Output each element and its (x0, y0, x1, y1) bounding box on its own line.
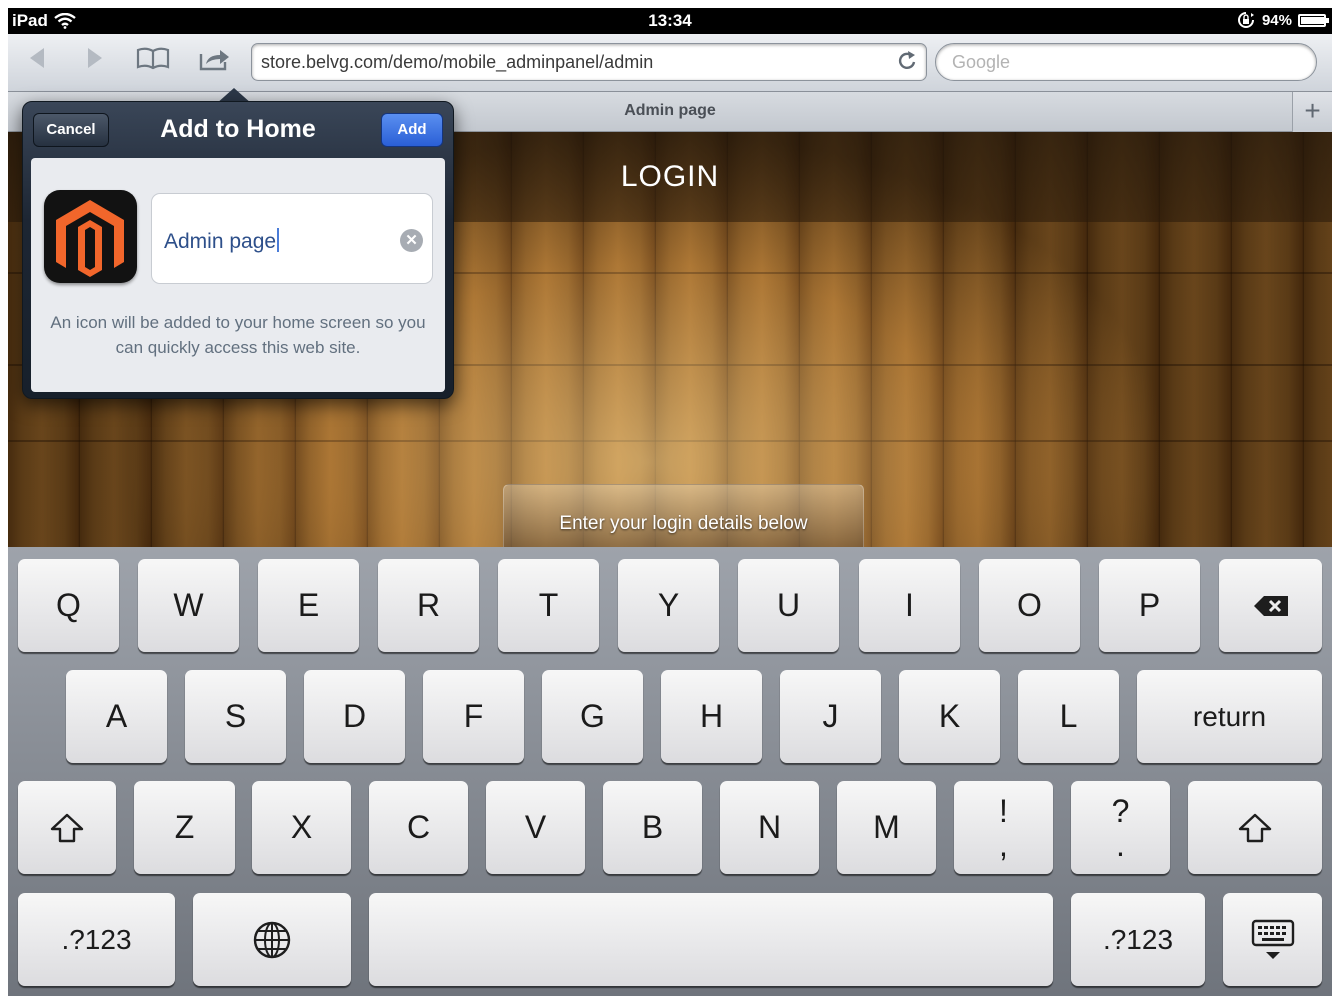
key-y[interactable]: Y (618, 559, 719, 652)
key-d[interactable]: D (304, 670, 405, 763)
key-exclamation-label: ! (999, 792, 1008, 829)
key-n[interactable]: N (720, 781, 819, 874)
key-i[interactable]: I (859, 559, 960, 652)
battery-icon (1298, 13, 1329, 27)
key-t[interactable]: T (498, 559, 599, 652)
key-question-period[interactable]: ?. (1071, 781, 1170, 874)
key-w[interactable]: W (138, 559, 239, 652)
key-k[interactable]: K (899, 670, 1000, 763)
ipad-screen: iPad 13:34 94% store.belvg.com/demo/mobi… (8, 8, 1332, 996)
key-comma-label: , (999, 826, 1008, 863)
key-z[interactable]: Z (134, 781, 235, 874)
shift-icon[interactable] (18, 781, 116, 874)
popover-body: Admin page ✕ An icon will be added to yo… (31, 158, 445, 392)
key-r[interactable]: R (378, 559, 479, 652)
forward-arrow-icon[interactable] (78, 46, 112, 76)
text-caret (277, 228, 280, 252)
key-c[interactable]: C (369, 781, 468, 874)
clock: 13:34 (648, 11, 692, 30)
key-p[interactable]: P (1099, 559, 1200, 652)
backspace-icon[interactable] (1219, 559, 1322, 652)
key-q[interactable]: Q (18, 559, 119, 652)
key-j[interactable]: J (780, 670, 881, 763)
hide-keyboard-icon[interactable] (1223, 893, 1322, 986)
search-placeholder: Google (952, 52, 1011, 72)
key-b[interactable]: B (603, 781, 702, 874)
login-prompt: Enter your login details below (559, 513, 808, 534)
reload-icon[interactable] (898, 50, 918, 78)
url-text: store.belvg.com/demo/mobile_adminpanel/a… (261, 52, 654, 72)
on-screen-keyboard: Q W E R T Y U I O P A S D F G H J K L re… (8, 547, 1332, 996)
key-e[interactable]: E (258, 559, 359, 652)
rotation-lock-icon (1237, 12, 1254, 28)
key-x[interactable]: X (252, 781, 351, 874)
key-v[interactable]: V (486, 781, 585, 874)
back-arrow-icon[interactable] (20, 46, 54, 76)
key-h[interactable]: H (661, 670, 762, 763)
share-icon[interactable] (198, 46, 232, 76)
open-book-icon[interactable] (136, 46, 170, 76)
add-to-home-popover: Cancel Add to Home Add Admin page ✕ An i… (22, 101, 454, 399)
shortcut-name-field[interactable]: Admin page ✕ (151, 193, 433, 284)
key-u[interactable]: U (738, 559, 839, 652)
key-o[interactable]: O (979, 559, 1080, 652)
key-exclamation-comma[interactable]: !, (954, 781, 1053, 874)
return-key[interactable]: return (1137, 670, 1322, 763)
key-m[interactable]: M (837, 781, 936, 874)
globe-icon[interactable] (193, 893, 351, 986)
key-a[interactable]: A (66, 670, 167, 763)
login-panel: Enter your login details below (503, 484, 864, 547)
url-field[interactable]: store.belvg.com/demo/mobile_adminpanel/a… (251, 43, 927, 81)
shortcut-name-value: Admin page (164, 230, 277, 253)
add-button[interactable]: Add (381, 113, 443, 147)
space-bar[interactable] (369, 893, 1053, 986)
numbers-key-right[interactable]: .?123 (1071, 893, 1205, 986)
key-question-label: ? (1111, 792, 1130, 829)
search-field[interactable]: Google (935, 43, 1317, 81)
key-l[interactable]: L (1018, 670, 1119, 763)
status-bar: iPad 13:34 94% (8, 8, 1332, 34)
key-f[interactable]: F (423, 670, 524, 763)
battery-percent: 94% (1261, 11, 1292, 29)
shift-icon[interactable] (1188, 781, 1322, 874)
browser-toolbar: store.belvg.com/demo/mobile_adminpanel/a… (8, 34, 1332, 92)
plus-icon[interactable]: + (1292, 92, 1332, 132)
key-period-label: . (1116, 826, 1125, 863)
numbers-key[interactable]: .?123 (18, 893, 175, 986)
popover-note: An icon will be added to your home scree… (50, 313, 426, 357)
key-s[interactable]: S (185, 670, 286, 763)
key-g[interactable]: G (542, 670, 643, 763)
clear-icon[interactable]: ✕ (400, 229, 423, 252)
magento-logo-icon (44, 190, 137, 283)
